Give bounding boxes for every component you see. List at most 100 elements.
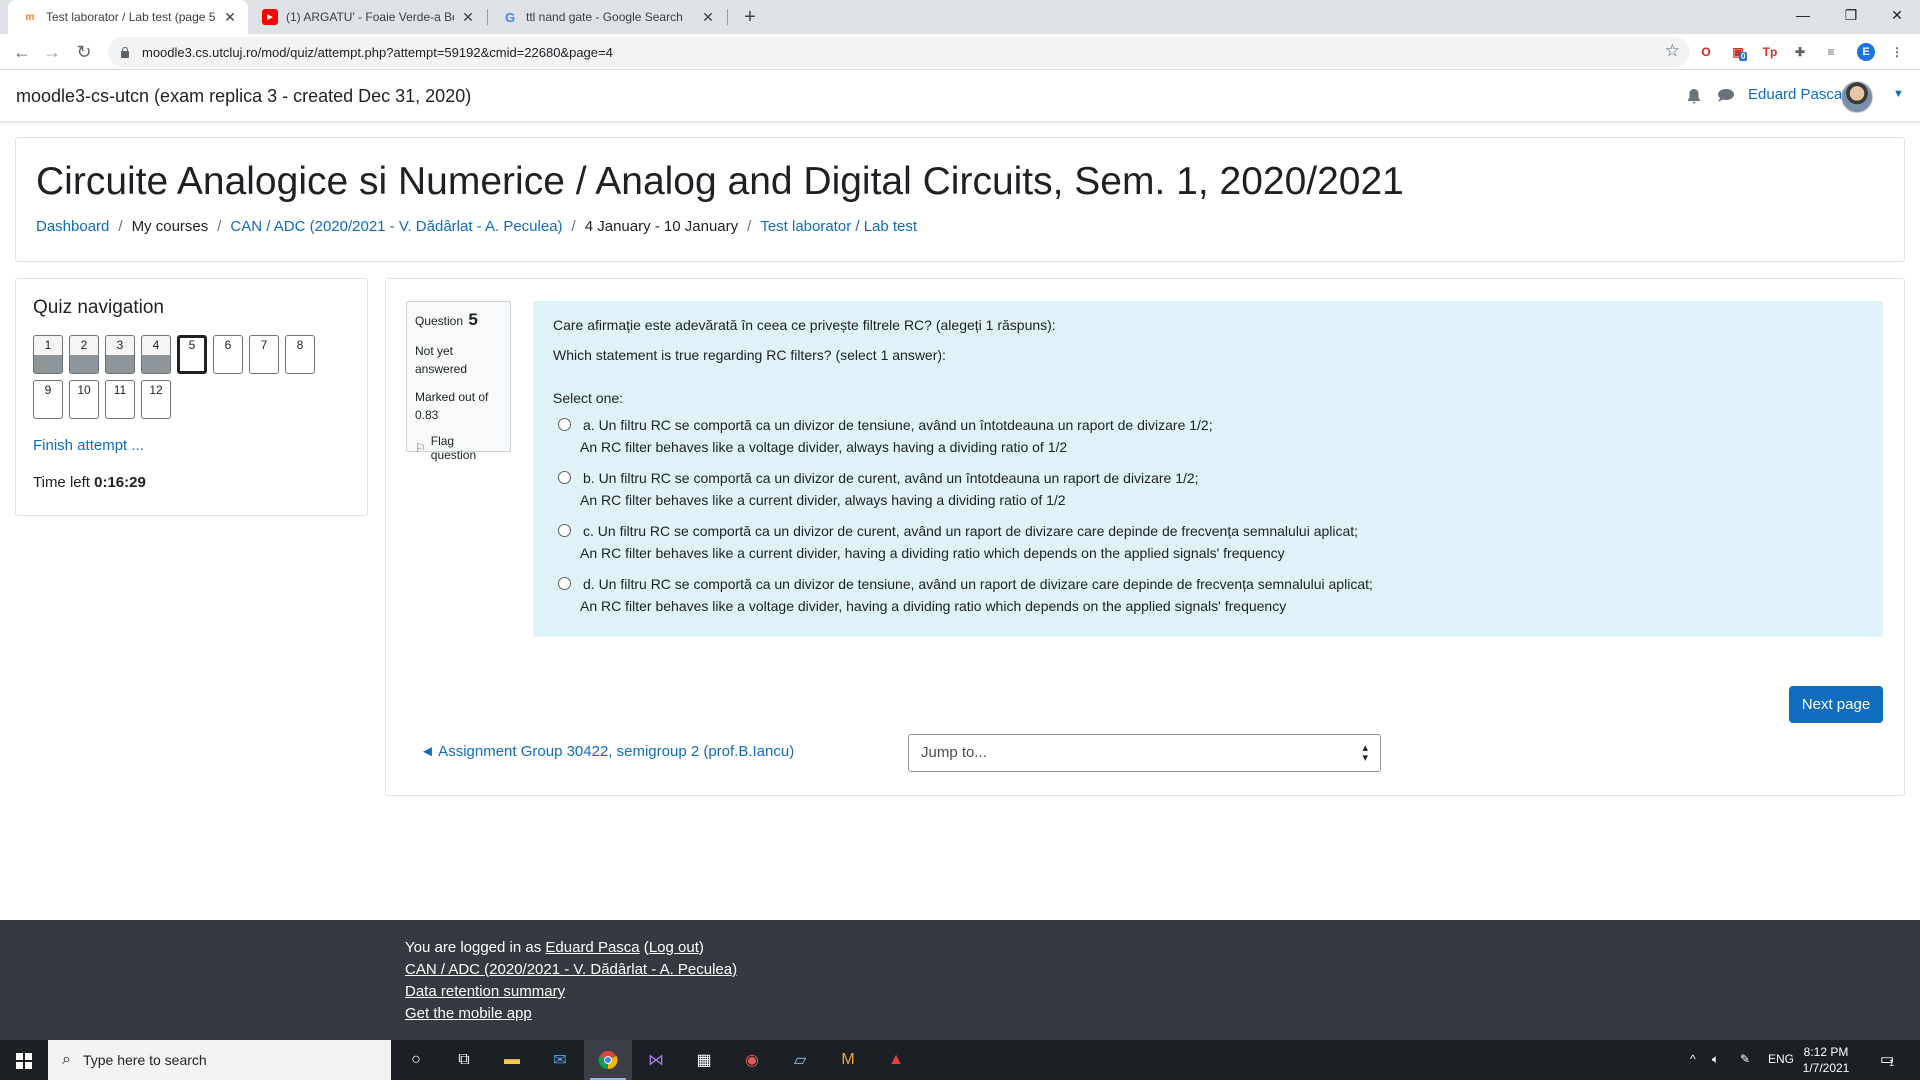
notepad-icon[interactable]: ▱ [776, 1040, 824, 1080]
visual-studio-icon[interactable]: ⋈ [632, 1040, 680, 1080]
quiz-nav-question-7[interactable]: 7 [249, 335, 279, 374]
file-explorer-icon[interactable]: ▬ [488, 1040, 536, 1080]
mail-icon[interactable]: ✉ [536, 1040, 584, 1080]
question-text-ro: Care afirmație este adevărată în ceea ce… [553, 317, 1056, 333]
extension-badge: 0 [1739, 52, 1748, 61]
time-left-value: 0:16:29 [94, 474, 146, 491]
moodle-icon: m [25, 11, 35, 23]
quiz-nav-question-6[interactable]: 6 [213, 335, 243, 374]
answer-option-d[interactable]: d. Un filtru RC se comportă ca un divizo… [558, 573, 1810, 617]
site-name[interactable]: moodle3-cs-utcn (exam replica 3 - create… [16, 86, 471, 107]
new-tab-button[interactable]: + [737, 4, 763, 30]
previous-activity-link[interactable]: ◄ Assignment Group 30422, semigroup 2 (p… [420, 743, 794, 760]
notification-count: 1 [1889, 1058, 1895, 1068]
taskbar-clock[interactable]: 8:12 PM 1/7/2021 [1790, 1044, 1862, 1076]
question-number: 3 [116, 338, 124, 352]
breadcrumb-my-courses: My courses [131, 218, 209, 235]
breadcrumb-separator: / [571, 218, 576, 235]
shield-extension-icon[interactable]: ▣ 0 [1729, 43, 1748, 61]
quiz-nav-question-10[interactable]: 10 [69, 380, 99, 419]
menu-kebab-icon[interactable]: ⋮ [1888, 43, 1906, 61]
quiz-nav-question-11[interactable]: 11 [105, 380, 135, 419]
quiz-nav-question-3[interactable]: 3 [105, 335, 135, 374]
avatar[interactable] [1841, 81, 1873, 113]
finish-attempt-link[interactable]: Finish attempt ... [33, 437, 144, 454]
chevron-down-icon[interactable]: ▼ [1893, 88, 1904, 100]
minimize-icon[interactable]: — [1780, 0, 1826, 30]
page-title: Circuite Analogice si Numerice / Analog … [36, 160, 1404, 203]
question-number: 6 [224, 338, 232, 352]
select-arrows-icon: ▴ ▾ [1362, 742, 1368, 764]
volume-icon[interactable]: 🔈︎ [1712, 1052, 1719, 1067]
profile-avatar-icon[interactable]: E [1857, 43, 1875, 61]
breadcrumb-lab-test[interactable]: Test laborator / Lab test [760, 218, 917, 235]
chrome-icon[interactable] [584, 1040, 632, 1080]
close-window-icon[interactable]: ✕ [1874, 0, 1920, 30]
quiz-nav-question-2[interactable]: 2 [69, 335, 99, 374]
media-queue-icon[interactable]: ≡ [1822, 43, 1840, 61]
restore-icon[interactable]: ❐ [1828, 0, 1874, 30]
jump-to-select[interactable]: Jump to... ▴ ▾ [908, 734, 1381, 772]
question-number: 5 [188, 338, 196, 352]
opera-extension-icon[interactable]: O [1697, 43, 1715, 61]
radio-button[interactable] [558, 524, 571, 537]
logout-link[interactable]: Log out [649, 939, 699, 956]
task-view-icon[interactable]: ⧉ [440, 1040, 488, 1080]
breadcrumb-course[interactable]: CAN / ADC (2020/2021 - V. Dădârlat - A. … [230, 218, 562, 235]
address-bar[interactable]: moodle3.cs.utcluj.ro/mod/quiz/attempt.ph… [108, 37, 1690, 67]
breadcrumb-dashboard[interactable]: Dashboard [36, 218, 109, 235]
close-tab-icon[interactable]: ✕ [222, 9, 238, 26]
quiz-nav-question-5[interactable]: 5 [177, 335, 207, 374]
radio-button[interactable] [558, 471, 571, 484]
question-info: Question 5 Not yet answered Marked out o… [406, 301, 511, 462]
logged-in-info: You are logged in as Eduard Pasca (Log o… [405, 939, 704, 956]
quiz-nav-question-9[interactable]: 9 [33, 380, 63, 419]
tp-extension-icon[interactable]: Tp [1761, 43, 1779, 61]
quiz-nav-question-8[interactable]: 8 [285, 335, 315, 374]
forward-icon[interactable]: → [38, 38, 66, 66]
question-number: 11 [113, 383, 127, 397]
tab-title: ttl nand gate - Google Search [526, 10, 683, 24]
reload-icon[interactable]: ↻ [70, 38, 98, 66]
puzzle-icon[interactable]: ✚ [1791, 43, 1809, 61]
bell-icon[interactable] [1687, 88, 1701, 108]
pen-icon[interactable]: ✎ [1740, 1052, 1750, 1066]
tab-youtube[interactable]: ▶ (1) ARGATU' - Foaie Verde-a Bob ✕ [248, 0, 486, 34]
tab-title: Test laborator / Lab test (page 5 [46, 10, 216, 24]
quiz-nav-question-4[interactable]: 4 [141, 335, 171, 374]
mobile-app-link[interactable]: Get the mobile app [405, 1005, 532, 1022]
answer-option-b[interactable]: b. Un filtru RC se comportă ca un divizo… [558, 467, 1810, 511]
footer-course-link[interactable]: CAN / ADC (2020/2021 - V. Dădârlat - A. … [405, 961, 737, 978]
back-icon[interactable]: ← [8, 38, 36, 66]
question-grade: Marked out of 0.83 [415, 390, 489, 422]
close-tab-icon[interactable]: ✕ [700, 9, 716, 26]
clock-date: 1/7/2021 [1802, 1061, 1850, 1075]
question-number: 10 [77, 383, 91, 397]
quiz-nav-question-1[interactable]: 1 [33, 335, 63, 374]
answer-option-c[interactable]: c. Un filtru RC se comportă ca un divizo… [558, 520, 1810, 564]
taskbar-search-box[interactable]: ⌕ Type here to search [48, 1040, 391, 1080]
flag-question-button[interactable]: ⚐ Flag question [415, 434, 502, 462]
close-tab-icon[interactable]: ✕ [460, 9, 476, 26]
option-text-en: An RC filter behaves like a current divi… [580, 492, 1066, 508]
tray-chevron-icon[interactable]: ^ [1690, 1052, 1696, 1066]
notifications-icon[interactable]: ▭ 1 [1880, 1050, 1894, 1068]
cortana-icon[interactable]: ○ [392, 1040, 440, 1080]
next-page-button[interactable]: Next page [1789, 686, 1883, 723]
tab-google-search[interactable]: G ttl nand gate - Google Search ✕ [488, 0, 726, 34]
store-icon[interactable]: ▦ [680, 1040, 728, 1080]
footer-user-link[interactable]: Eduard Pasca [545, 939, 639, 956]
radio-button[interactable] [558, 418, 571, 431]
multisim-icon[interactable]: M [824, 1040, 872, 1080]
game-app-icon[interactable]: ◉ [728, 1040, 776, 1080]
start-button[interactable] [0, 1040, 48, 1080]
user-menu-name[interactable]: Eduard Pasca [1748, 86, 1842, 103]
acrobat-icon[interactable]: ▲ [872, 1040, 920, 1080]
bookmark-star-icon[interactable]: ☆ [1665, 41, 1680, 61]
data-retention-link[interactable]: Data retention summary [405, 983, 565, 1000]
quiz-nav-question-12[interactable]: 12 [141, 380, 171, 419]
radio-button[interactable] [558, 577, 571, 590]
tab-test-laborator[interactable]: m Test laborator / Lab test (page 5 ✕ [8, 0, 248, 34]
answer-option-a[interactable]: a. Un filtru RC se comportă ca un divizo… [558, 414, 1810, 458]
messages-icon[interactable] [1717, 88, 1735, 107]
